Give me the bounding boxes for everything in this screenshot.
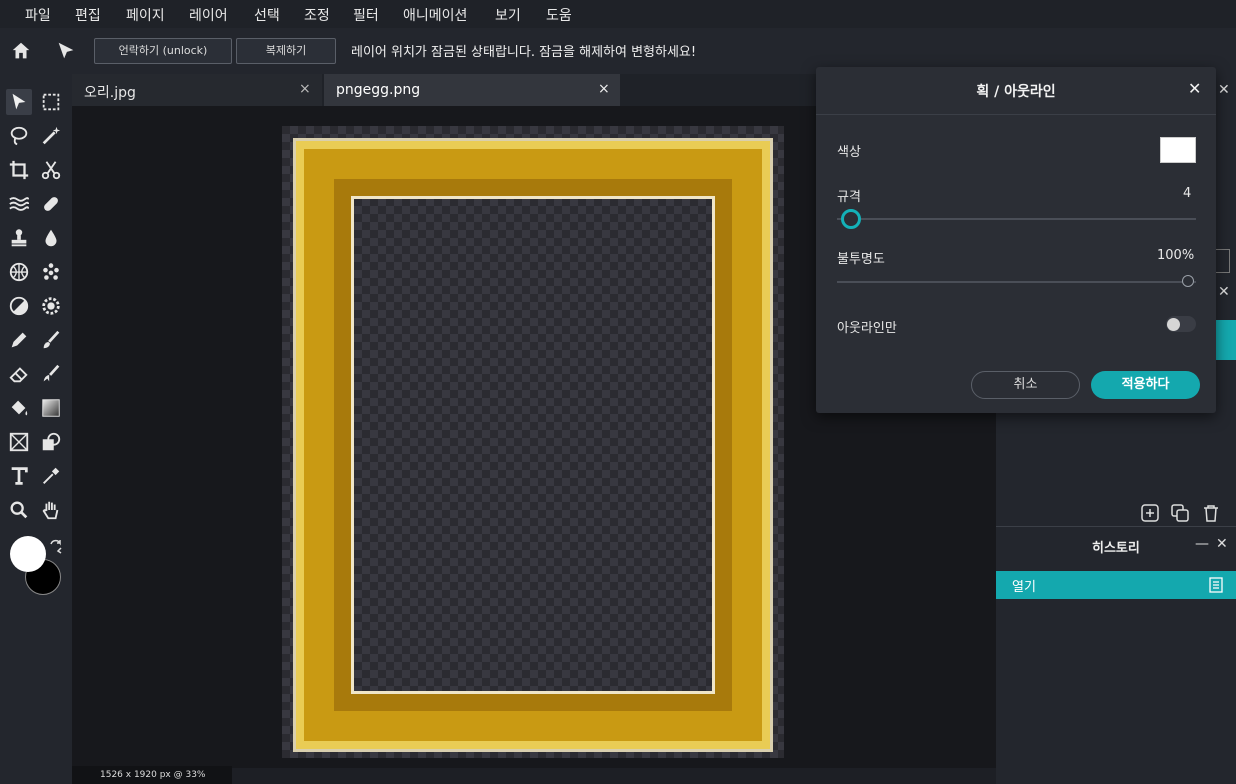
menu-select[interactable]: 선택 [254, 5, 280, 25]
eraser-tool-icon[interactable] [6, 361, 32, 387]
dots-tool-icon[interactable] [38, 259, 64, 285]
shape-tool-icon[interactable] [38, 429, 64, 455]
duplicate-layer-icon[interactable] [1171, 504, 1189, 526]
size-slider[interactable] [837, 218, 1196, 220]
tab-label: pngegg.png [336, 82, 421, 98]
opacity-slider[interactable] [837, 281, 1196, 283]
dialog-title: 획 / 아웃라인 [976, 84, 1056, 100]
outline-only-label: 아웃라인만 [837, 321, 897, 336]
dialog-close-icon[interactable]: ✕ [1188, 79, 1201, 98]
liquify-tool-icon[interactable] [6, 191, 32, 217]
opacity-value: 100% [1157, 248, 1195, 263]
move-tool-icon[interactable] [55, 40, 77, 66]
sponge-tool-icon[interactable] [6, 259, 32, 285]
menu-layer[interactable]: 레이어 [189, 5, 228, 25]
menu-page[interactable]: 페이지 [126, 5, 165, 25]
tab-ori[interactable]: 오리.jpg × [72, 74, 322, 106]
foreground-color-swatch[interactable] [10, 536, 46, 572]
text-tool-icon[interactable] [6, 463, 32, 489]
outline-only-toggle[interactable] [1166, 316, 1196, 332]
bandage-icon[interactable] [38, 191, 64, 217]
zoom-tool-icon[interactable] [6, 497, 32, 523]
menu-view[interactable]: 보기 [495, 5, 521, 25]
tab-pngegg[interactable]: pngegg.png × [324, 74, 620, 106]
paint-bucket-icon[interactable] [6, 395, 32, 421]
history-close-icon[interactable]: ✕ [1216, 536, 1228, 552]
stamp-tool-icon[interactable] [6, 225, 32, 251]
duplicate-button[interactable]: 복제하기 [236, 38, 336, 64]
opacity-label: 불투명도 [837, 252, 885, 267]
scissors-icon[interactable] [38, 157, 64, 183]
opacity-slider-handle[interactable] [1182, 275, 1194, 287]
status-bar: 1526 x 1920 px @ 33% [72, 766, 232, 784]
marquee-tool-icon[interactable] [38, 89, 64, 115]
lasso-tool-icon[interactable] [6, 123, 32, 149]
hand-tool-icon[interactable] [38, 497, 64, 523]
eyedropper-icon[interactable] [38, 463, 64, 489]
magic-wand-icon[interactable] [38, 123, 64, 149]
gear-tool-icon[interactable] [38, 293, 64, 319]
gradient-tool-icon[interactable] [38, 395, 64, 421]
unlock-button[interactable]: 언락하기 (unlock) [94, 38, 232, 64]
layers-close-icon[interactable]: ✕ [1218, 284, 1230, 300]
size-slider-handle[interactable] [841, 209, 861, 229]
delete-layer-icon[interactable] [1202, 504, 1220, 526]
menu-file[interactable]: 파일 [25, 5, 51, 25]
tool-panel [0, 74, 72, 784]
pen-tool-icon[interactable] [6, 327, 32, 353]
menu-edit[interactable]: 편집 [75, 5, 101, 25]
apply-button[interactable]: 적용하다 [1091, 371, 1200, 399]
dodge-tool-icon[interactable] [6, 293, 32, 319]
smudge-tool-icon[interactable] [38, 361, 64, 387]
tab-close-icon[interactable]: × [598, 81, 610, 97]
menu-help[interactable]: 도움 [546, 5, 572, 25]
brush-tool-icon[interactable] [38, 327, 64, 353]
menu-filter[interactable]: 필터 [353, 5, 379, 25]
size-label: 규격 [837, 190, 861, 205]
stroke-outline-dialog: 획 / 아웃라인 ✕ 색상 규격 4 불투명도 100% 아웃라인만 취소 적용… [816, 67, 1216, 413]
history-item-label: 열기 [1012, 580, 1036, 595]
menu-adjust[interactable]: 조정 [304, 5, 330, 25]
history-item[interactable]: 열기 [996, 571, 1236, 599]
home-icon[interactable] [10, 40, 32, 66]
menu-animation[interactable]: 애니메이션 [403, 5, 467, 25]
history-minimize-icon[interactable]: — [1195, 536, 1209, 552]
stroke-color-swatch[interactable] [1160, 137, 1196, 163]
size-value: 4 [1183, 186, 1192, 201]
swap-colors-icon[interactable] [48, 538, 64, 558]
lock-message: 레이어 위치가 잠금된 상태랍니다. 잠금을 해제하여 변형하세요! [351, 45, 697, 60]
frame-tool-icon[interactable] [6, 429, 32, 455]
tab-close-icon[interactable]: × [299, 81, 311, 97]
cancel-button[interactable]: 취소 [971, 371, 1080, 399]
crop-tool-icon[interactable] [6, 157, 32, 183]
select-tool-icon[interactable] [6, 89, 32, 115]
picture-frame-image [293, 138, 773, 752]
tab-label: 오리.jpg [84, 85, 136, 101]
menu-bar: 파일 편집 페이지 레이어 선택 조정 필터 애니메이션 보기 도움 [0, 0, 1236, 28]
color-label: 색상 [837, 145, 861, 160]
drop-tool-icon[interactable] [38, 225, 64, 251]
history-panel-title: 히스토리 [1092, 541, 1140, 556]
document-icon [1209, 577, 1223, 597]
panel-close-icon[interactable]: ✕ [1218, 82, 1230, 98]
add-layer-icon[interactable] [1141, 504, 1159, 526]
